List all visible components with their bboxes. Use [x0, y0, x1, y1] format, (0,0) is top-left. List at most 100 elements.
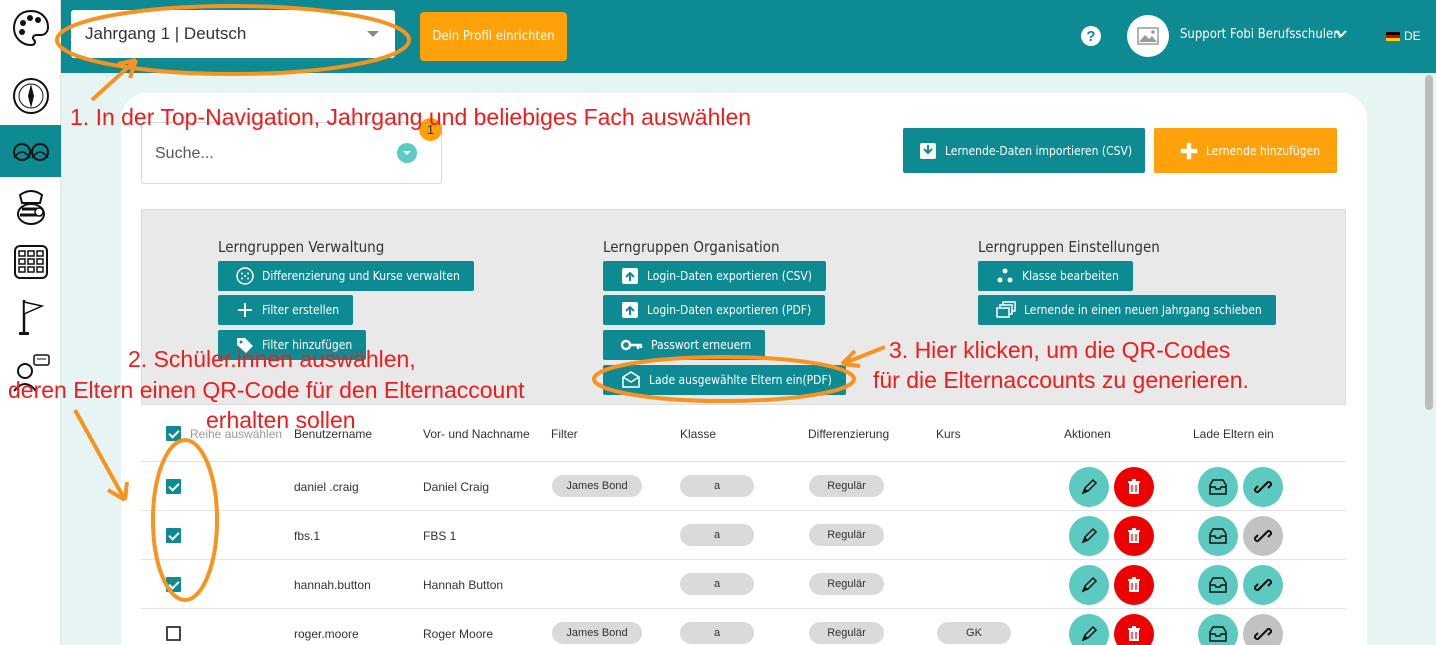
- filter-tag: James Bond: [552, 622, 642, 644]
- setup-profile-button[interactable]: Dein Profil einrichten: [420, 12, 567, 61]
- chef-bee-icon: [16, 190, 45, 225]
- upload-box-icon: [622, 268, 638, 284]
- invite-parent-button[interactable]: [1198, 516, 1238, 556]
- delete-button[interactable]: [1114, 565, 1154, 605]
- trash-icon: [1125, 576, 1143, 594]
- sidebar-item-compass[interactable]: [0, 70, 61, 122]
- row-username: hannah.button: [294, 578, 371, 592]
- edit-button[interactable]: [1069, 614, 1109, 645]
- delete-button[interactable]: [1114, 614, 1154, 645]
- sidebar-item-calendar[interactable]: [0, 236, 61, 288]
- parent-link-button[interactable]: [1243, 614, 1283, 645]
- trash-icon: [1125, 625, 1143, 643]
- german-flag-icon: [1386, 31, 1400, 41]
- pencil-icon: [1080, 625, 1098, 643]
- help-icon[interactable]: ?: [1081, 26, 1101, 46]
- language-switcher[interactable]: DE: [1386, 29, 1421, 43]
- grid-dots-icon: [236, 267, 254, 285]
- select-all-checkbox[interactable]: [166, 426, 181, 441]
- row-select-checkbox[interactable]: [166, 479, 181, 494]
- search-placeholder: Suche...: [155, 145, 214, 162]
- export-csv-button[interactable]: Login-Daten exportieren (CSV): [603, 261, 826, 291]
- sidebar-item-palette[interactable]: [0, 2, 61, 54]
- year-subject-select[interactable]: Jahrgang 1 | Deutsch: [71, 10, 395, 58]
- col-differenzierung[interactable]: Differenzierung: [808, 427, 889, 441]
- sidebar-item-flag[interactable]: [0, 291, 61, 343]
- col-aktionen: Aktionen: [1064, 427, 1111, 441]
- col-klasse[interactable]: Klasse: [680, 427, 716, 441]
- export-csv-label: Login-Daten exportieren (CSV): [647, 269, 812, 283]
- invite-parent-button[interactable]: [1198, 467, 1238, 507]
- scrollbar[interactable]: [1425, 75, 1433, 410]
- flag-icon: [18, 300, 44, 335]
- chevron-down-icon: [367, 31, 379, 37]
- pencil-icon: [1080, 527, 1098, 545]
- import-csv-button[interactable]: Lernende-Daten importieren (CSV): [903, 128, 1145, 173]
- organisation-title: Lerngruppen Organisation: [603, 238, 780, 256]
- verwaltung-title: Lerngruppen Verwaltung: [218, 238, 385, 256]
- delete-button[interactable]: [1114, 467, 1154, 507]
- sidebar: [0, 0, 61, 645]
- unlink-icon: [1254, 625, 1272, 643]
- manage-differentiation-button[interactable]: Differenzierung und Kurse verwalten: [218, 261, 474, 291]
- edit-class-button[interactable]: Klasse bearbeiten: [978, 261, 1133, 291]
- row-select-checkbox[interactable]: [166, 528, 181, 543]
- avatar[interactable]: [1127, 15, 1169, 57]
- year-subject-value: Jahrgang 1 | Deutsch: [85, 24, 247, 43]
- row-fullname: Roger Moore: [423, 627, 494, 641]
- move-year-label: Lernende in einen neuen Jahrgang schiebe…: [1024, 303, 1262, 317]
- row-select-checkbox[interactable]: [166, 626, 181, 641]
- klasse-tag: a: [680, 622, 754, 644]
- move-year-button[interactable]: Lernende in einen neuen Jahrgang schiebe…: [978, 295, 1276, 325]
- col-fullname[interactable]: Vor- und Nachname: [423, 427, 530, 441]
- user-name[interactable]: Support Fobi Berufsschulen: [1180, 27, 1341, 42]
- unlink-icon: [1254, 527, 1272, 545]
- delete-button[interactable]: [1114, 516, 1154, 556]
- envelope-icon: [622, 371, 640, 388]
- export-pdf-button[interactable]: Login-Daten exportieren (PDF): [603, 295, 826, 325]
- add-learner-button[interactable]: Lernende hinzufügen: [1154, 128, 1337, 173]
- inbox-icon: [1208, 527, 1228, 545]
- klasse-tag: a: [680, 475, 754, 497]
- row-select-checkbox[interactable]: [166, 577, 181, 592]
- table-row: fbs.1 FBS 1 a Regulär: [141, 511, 1346, 560]
- plus-icon: [1180, 142, 1198, 160]
- edit-button[interactable]: [1069, 467, 1109, 507]
- download-box-icon: [919, 142, 937, 160]
- create-filter-button[interactable]: Filter erstellen: [218, 295, 354, 325]
- sidebar-item-students[interactable]: [0, 125, 61, 177]
- table-row: hannah.button Hannah Button a Regulär: [141, 560, 1346, 609]
- col-eltern: Lade Eltern ein: [1193, 427, 1274, 441]
- table-row: daniel .craig Daniel Craig James Bond a Regu…: [141, 462, 1346, 511]
- create-filter-label: Filter erstellen: [262, 303, 340, 317]
- col-filter[interactable]: Filter: [551, 427, 578, 441]
- row-fullname: Hannah Button: [423, 578, 504, 592]
- search-input[interactable]: Suche...: [141, 122, 442, 184]
- row-fullname: Daniel Craig: [423, 480, 490, 494]
- invite-parents-pdf-label: Lade ausgewählte Eltern ein(PDF): [649, 373, 832, 387]
- trash-icon: [1125, 478, 1143, 496]
- invite-parent-button[interactable]: [1198, 565, 1238, 605]
- parent-link-button[interactable]: [1243, 565, 1283, 605]
- pencil-icon: [1080, 576, 1098, 594]
- annotation-step1: 1. In der Top-Navigation, Jahrgang und b…: [70, 104, 752, 130]
- edit-button[interactable]: [1069, 565, 1109, 605]
- invite-parent-button[interactable]: [1198, 614, 1238, 645]
- differenzierung-tag: Regulär: [809, 524, 884, 546]
- annotation-step2-line1: 2. Schüler.innen auswählen,: [128, 346, 416, 372]
- palette-icon: [12, 9, 49, 47]
- calendar-grid-icon: [13, 245, 48, 279]
- parent-link-button[interactable]: [1243, 467, 1283, 507]
- sidebar-item-chef-bee[interactable]: [0, 182, 61, 234]
- export-pdf-label: Login-Daten exportieren (PDF): [647, 303, 812, 317]
- parent-link-button[interactable]: [1243, 516, 1283, 556]
- edit-button[interactable]: [1069, 516, 1109, 556]
- table-row: roger.moore Roger Moore James Bond a Regulär…: [141, 609, 1346, 645]
- dropdown-toggle-icon[interactable]: [397, 143, 417, 163]
- inbox-icon: [1208, 478, 1228, 496]
- invite-parents-pdf-button[interactable]: Lade ausgewählte Eltern ein(PDF): [603, 365, 846, 395]
- renew-password-button[interactable]: Passwort erneuern: [603, 330, 766, 360]
- language-label: DE: [1404, 29, 1421, 43]
- col-kurs[interactable]: Kurs: [936, 427, 961, 441]
- chevron-down-icon[interactable]: [1334, 27, 1348, 41]
